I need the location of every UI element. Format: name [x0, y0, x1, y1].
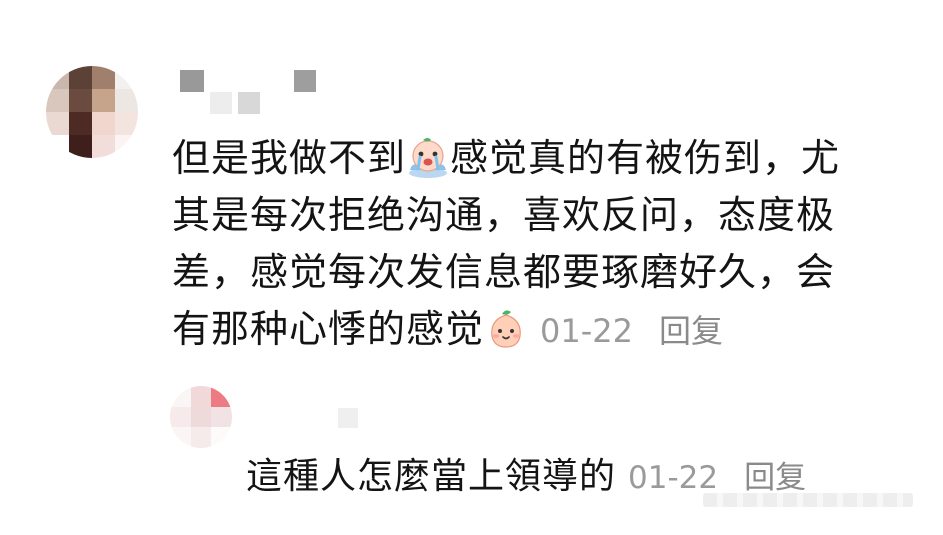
username-redacted[interactable]	[180, 70, 316, 114]
watermark	[703, 493, 913, 507]
comment-line: 但是我做不到 感觉真的有被伤到，尤	[172, 136, 841, 180]
comment-line: 其是每次拒绝沟通，喜欢反问，态度极	[172, 193, 836, 237]
comment-date: 01-22	[540, 312, 633, 350]
peach-emoji-icon	[491, 310, 521, 348]
avatar[interactable]	[46, 66, 138, 158]
reply-date: 01-22	[628, 460, 719, 496]
crying-emoji-icon	[409, 138, 448, 178]
username-block	[238, 92, 260, 114]
avatar[interactable]	[170, 386, 232, 448]
username-block	[210, 92, 232, 114]
comment-line: 有那种心悸的感觉 01-22 回复	[172, 307, 724, 351]
username-block	[266, 70, 288, 92]
reply-button[interactable]: 回复	[744, 460, 806, 496]
comment-line: 差，感觉每次发信息都要琢磨好久，会	[172, 250, 836, 294]
comment-text: 但是我做不到 感觉真的有被伤到，尤 其是每次拒绝沟通，喜欢反问，态度极 差，感觉…	[172, 130, 912, 360]
username-block	[180, 70, 204, 92]
username-block	[294, 70, 316, 92]
reply-button[interactable]: 回复	[659, 312, 723, 350]
username-block	[338, 408, 358, 428]
username-redacted[interactable]	[338, 408, 358, 428]
